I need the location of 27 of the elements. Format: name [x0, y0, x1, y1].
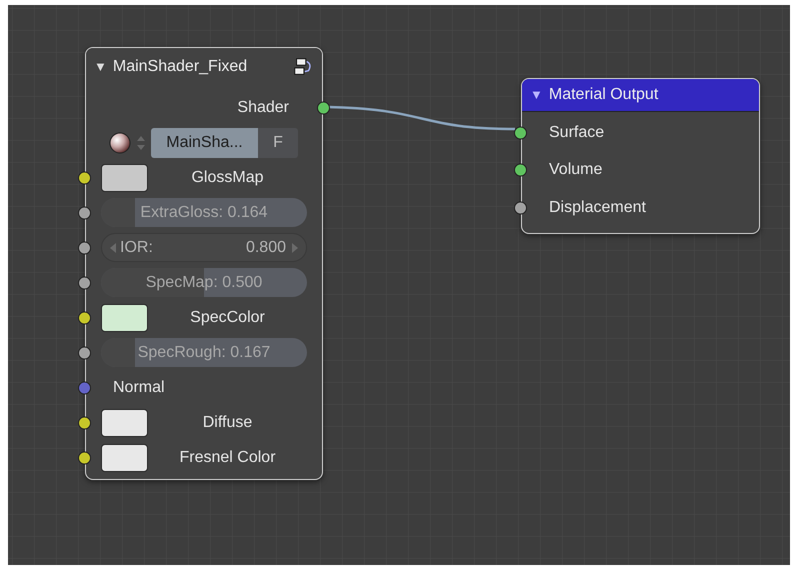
spinner-icon [137, 134, 145, 150]
socket-label: SpecColor [189, 308, 266, 328]
socket-label: Shader [237, 98, 289, 118]
value-slider[interactable]: SpecMap: 0.500 [101, 268, 307, 297]
number-field[interactable]: IOR: 0.800 [101, 233, 307, 262]
socket-label: Fresnel Color [178, 448, 277, 468]
color-swatch[interactable] [101, 164, 148, 192]
color-swatch[interactable] [101, 444, 148, 472]
value-slider[interactable]: SpecRough: 0.167 [101, 338, 307, 367]
socket-label: Diffuse [202, 412, 254, 432]
datablock-name-field[interactable]: MainSha... [151, 128, 258, 158]
socket-label: Volume [549, 160, 602, 180]
right-arrow-icon [292, 242, 298, 252]
socket-label: GlossMap [190, 168, 265, 188]
color-swatch[interactable] [101, 408, 148, 436]
collapse-toggle[interactable]: ▼ [530, 85, 543, 105]
color-swatch[interactable] [101, 304, 148, 332]
left-arrow-icon [110, 242, 116, 252]
value-slider[interactable]: ExtraGloss: 0.164 [101, 198, 307, 227]
collapse-toggle[interactable]: ▼ [94, 57, 107, 77]
socket-label: Normal [113, 378, 165, 398]
node-title: MainShader_Fixed [112, 57, 248, 77]
material-sphere-icon [109, 132, 131, 154]
socket-label: Displacement [549, 198, 646, 218]
socket-label: Surface [549, 122, 604, 143]
node-title: Material Output [548, 85, 658, 105]
fake-user-button[interactable]: F [258, 128, 298, 158]
